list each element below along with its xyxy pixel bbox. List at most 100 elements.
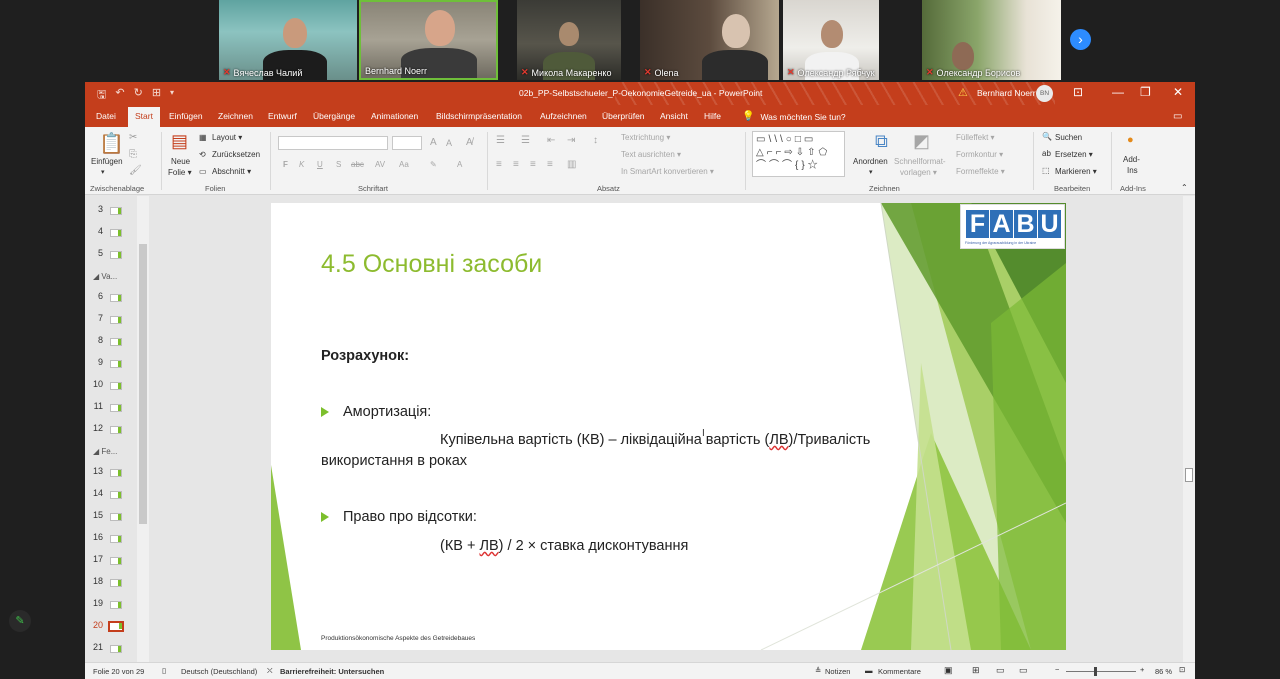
paste-button[interactable]: Einfügen — [91, 157, 123, 166]
user-name[interactable]: Bernhard Noerr — [977, 88, 1036, 98]
text-direction-button[interactable]: Textrichtung ▾ — [621, 133, 670, 142]
arrange-button[interactable]: Anordnen — [853, 157, 888, 166]
bold-icon[interactable]: F — [283, 160, 288, 169]
start-from-beginning-icon[interactable]: ⊞ — [152, 86, 161, 105]
redo-icon[interactable]: ↻ — [134, 86, 143, 105]
fit-to-window-icon[interactable]: ⊡ — [1179, 665, 1185, 674]
zoom-in-icon[interactable]: + — [1140, 665, 1144, 674]
slide-thumbnail[interactable]: 9 — [85, 357, 143, 373]
comments-button[interactable]: Kommentare — [878, 667, 921, 676]
arrange-dropdown-icon[interactable]: ▾ — [869, 168, 873, 176]
tab-ueberpruefen[interactable]: Überprüfen — [602, 111, 645, 121]
layout-button[interactable]: Layout ▾ — [212, 133, 242, 142]
tab-aufzeichnen[interactable]: Aufzeichnen — [540, 111, 587, 121]
align-left-icon[interactable]: ≡ — [496, 159, 502, 170]
restore-icon[interactable]: ❐ — [1140, 85, 1151, 99]
new-slide-button[interactable]: Neue — [171, 157, 190, 166]
bullets-icon[interactable]: ☰ — [496, 135, 505, 146]
find-button[interactable]: Suchen — [1055, 133, 1082, 142]
slide-thumbnail-current[interactable]: 20 — [85, 620, 143, 636]
collapse-ribbon-chevron-icon[interactable]: ⌃ — [1181, 183, 1188, 192]
decrease-indent-icon[interactable]: ⇤ — [547, 135, 555, 146]
cut-icon[interactable]: ✂ — [129, 132, 137, 143]
tab-uebergaenge[interactable]: Übergänge — [313, 111, 355, 121]
tab-ansicht[interactable]: Ansicht — [660, 111, 688, 121]
user-avatar[interactable]: BN — [1036, 85, 1053, 102]
new-slide-dropdown[interactable]: Folie ▾ — [168, 168, 192, 177]
tab-einfuegen[interactable]: Einfügen — [169, 111, 203, 121]
select-button[interactable]: Markieren ▾ — [1055, 167, 1097, 176]
columns-icon[interactable]: ▥ — [567, 159, 576, 170]
arrange-icon[interactable]: ⧉ — [875, 131, 888, 152]
character-spacing-icon[interactable]: AV — [375, 160, 385, 169]
slide-thumbnail[interactable]: 21 — [85, 642, 143, 658]
language-indicator[interactable]: Deutsch (Deutschland) — [181, 667, 257, 676]
align-text-button[interactable]: Text ausrichten ▾ — [621, 150, 681, 159]
line-spacing-icon[interactable]: ↕ — [593, 135, 598, 146]
font-color-icon[interactable]: A — [457, 160, 462, 169]
customize-toolbar-chevron-icon[interactable]: ▾ — [170, 88, 174, 105]
participant-tile-active-speaker[interactable]: Bernhard Noerr — [359, 0, 498, 80]
convert-to-smartart-button[interactable]: In SmartArt konvertieren ▾ — [621, 167, 714, 176]
participant-tile[interactable]: ✕ Olena — [640, 0, 779, 80]
undo-icon[interactable]: ↶ — [115, 86, 124, 105]
participant-tile[interactable]: ✕ Олександр Борисов — [922, 0, 1061, 80]
quick-styles-button[interactable]: Schnellformat- — [894, 157, 946, 166]
tab-zeichnen[interactable]: Zeichnen — [218, 111, 253, 121]
normal-view-icon[interactable]: ▣ — [944, 665, 953, 676]
annotate-pen-icon[interactable]: ✎ — [9, 610, 31, 632]
notes-button[interactable]: Notizen — [825, 667, 850, 676]
copy-icon[interactable]: ⎘ — [129, 149, 137, 160]
italic-icon[interactable]: K — [299, 160, 304, 169]
shape-effects-button[interactable]: Formeffekte ▾ — [956, 167, 1005, 176]
font-size-input[interactable] — [392, 136, 422, 150]
replace-button[interactable]: Ersetzen ▾ — [1055, 150, 1093, 159]
save-icon[interactable]: 🖫 — [97, 86, 106, 105]
add-ins-icon[interactable]: ● — [1127, 134, 1134, 146]
minimize-icon[interactable]: — — [1112, 85, 1124, 99]
zoom-slider-thumb[interactable] — [1094, 667, 1097, 676]
slide[interactable]: FABU Förderung der Agrarausbildung in de… — [271, 203, 1066, 650]
slide-thumbnail[interactable]: 11 — [85, 401, 143, 417]
tab-animationen[interactable]: Animationen — [371, 111, 418, 121]
participant-tile[interactable]: ✕ Микола Макаренко — [517, 0, 621, 80]
interest-formula[interactable]: (КВ + ЛВ) / 2 × ставка дисконтування — [440, 538, 688, 554]
tab-datei[interactable]: Datei — [96, 111, 116, 121]
tab-start[interactable]: Start — [128, 107, 160, 127]
shape-outline-button[interactable]: Formkontur ▾ — [956, 150, 1003, 159]
bullet-depreciation[interactable]: Амортизація: — [321, 404, 431, 420]
slide-thumbnail[interactable]: 3 — [85, 204, 143, 220]
new-slide-icon[interactable]: ▤ — [171, 131, 188, 152]
accessibility-check[interactable]: Barrierefreiheit: Untersuchen — [280, 667, 384, 676]
participant-tile[interactable]: ✕ Олександр Рябчук — [783, 0, 879, 80]
numbering-icon[interactable]: ☰ — [521, 135, 530, 146]
zoom-level[interactable]: 86 % — [1155, 667, 1172, 676]
format-painter-icon[interactable]: 🖌 — [129, 165, 142, 176]
font-name-input[interactable] — [278, 136, 388, 150]
depreciation-formula-line2[interactable]: використання в роках — [321, 453, 467, 469]
slide-thumbnail[interactable]: 6 — [85, 291, 143, 307]
participant-tile[interactable]: ✕ Вячеслав Чалий — [219, 0, 357, 80]
thumbnail-section-header[interactable]: ◢ Fe... — [93, 447, 117, 456]
slide-sorter-icon[interactable]: ⊞ — [972, 665, 980, 676]
add-ins-button[interactable]: Add- — [1123, 155, 1140, 164]
paste-icon[interactable]: 📋 — [99, 131, 124, 156]
depreciation-formula[interactable]: Купівельна вартість (КВ) – ліквідаційна … — [440, 432, 870, 448]
slideshow-icon[interactable]: ▭ — [1019, 665, 1028, 676]
editor-scrollbar[interactable] — [1183, 196, 1195, 662]
slide-thumbnail[interactable]: 8 — [85, 335, 143, 351]
slide-thumbnail[interactable]: 12 — [85, 423, 143, 439]
tab-entwurf[interactable]: Entwurf — [268, 111, 297, 121]
slide-thumbnail[interactable]: 19 — [85, 598, 143, 614]
paste-dropdown-icon[interactable]: ▾ — [101, 168, 105, 176]
calculation-label[interactable]: Розрахунок: — [321, 348, 409, 364]
tab-hilfe[interactable]: Hilfe — [704, 111, 721, 121]
increase-indent-icon[interactable]: ⇥ — [567, 135, 575, 146]
spelling-icon[interactable]: ▯ — [162, 666, 166, 675]
slide-thumbnail[interactable]: 10 — [85, 379, 143, 395]
zoom-slider[interactable] — [1066, 671, 1136, 672]
slide-thumbnail[interactable]: 17 — [85, 554, 143, 570]
next-participants-chevron-icon[interactable]: › — [1070, 29, 1091, 50]
clear-formatting-icon[interactable]: A̸ — [466, 137, 473, 148]
slide-title[interactable]: 4.5 Основні засоби — [321, 250, 542, 279]
